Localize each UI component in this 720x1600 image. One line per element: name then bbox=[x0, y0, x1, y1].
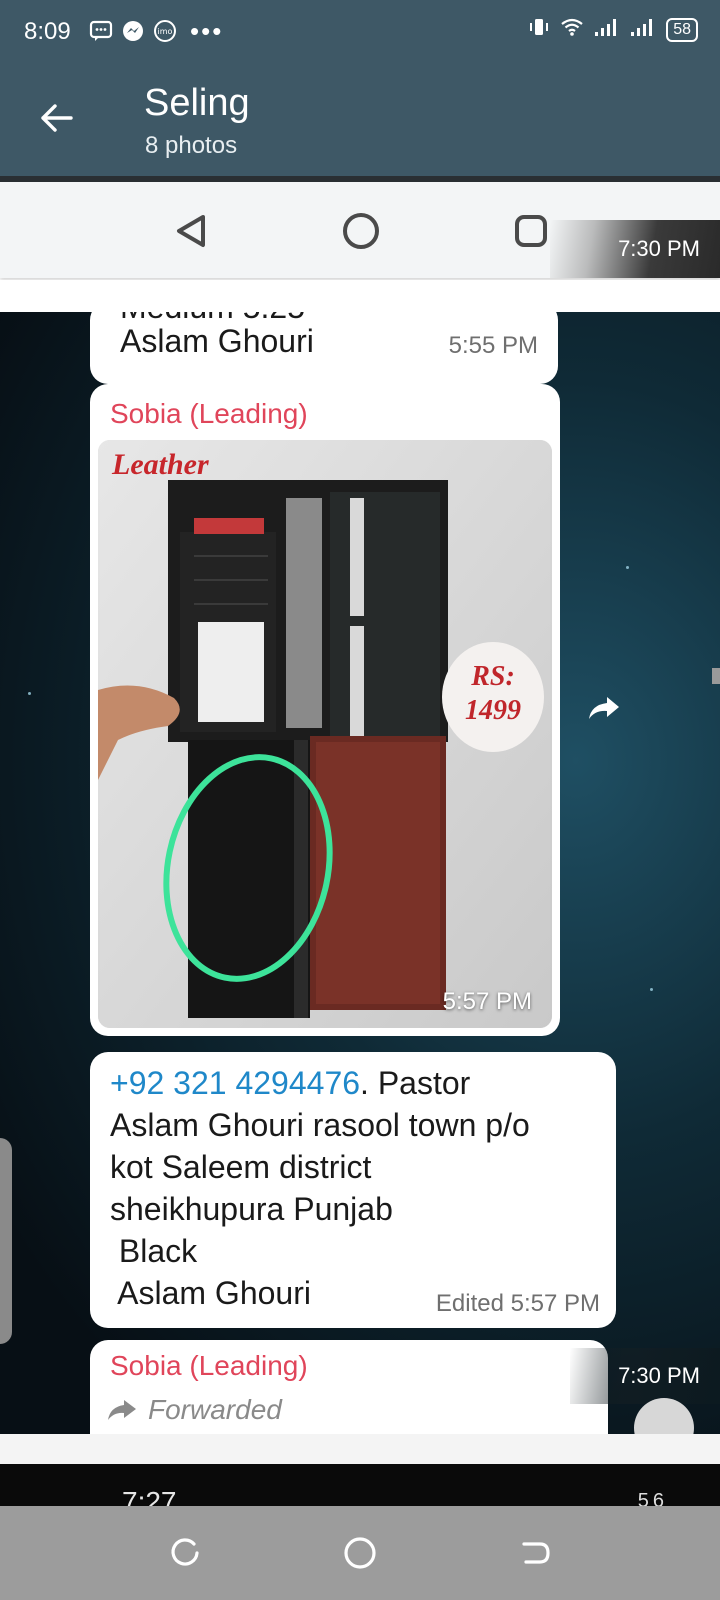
message-body: +92 321 4294476. Pastor Aslam Ghouri ras… bbox=[110, 1062, 610, 1314]
price-currency: RS: bbox=[471, 661, 515, 692]
message-line: . Pastor bbox=[360, 1065, 471, 1101]
captured-navigation-bar: 7:30 PM bbox=[0, 182, 720, 278]
recents-icon bbox=[171, 1538, 199, 1566]
app-top-bar: 8:09 imo ••• 58 Seling 8 photos bbox=[0, 0, 720, 176]
home-circle-icon bbox=[334, 204, 388, 258]
notification-icons: imo ••• bbox=[88, 18, 223, 44]
price-badge: RS: 1499 bbox=[442, 642, 544, 752]
wallet-photo[interactable]: Leather RS: 1499 5:57 PM bbox=[98, 440, 552, 1028]
screenshot-time-stamp: 7:30 PM bbox=[550, 220, 720, 278]
message-line: kot Saleem district bbox=[110, 1149, 372, 1185]
message-time: 5:55 PM bbox=[448, 332, 538, 359]
imo-icon: imo bbox=[152, 18, 178, 44]
svg-text:imo: imo bbox=[158, 27, 173, 36]
chat-area: Medium 5.25 Aslam Ghouri 5:55 PM Sobia (… bbox=[0, 312, 720, 1434]
background-dot bbox=[650, 988, 653, 991]
wifi-icon bbox=[560, 17, 584, 42]
captured-status-bar: 7:27 56 bbox=[0, 1464, 720, 1506]
screenshot-time-stamp: 7:30 PM bbox=[570, 1348, 720, 1404]
back-icon bbox=[522, 1542, 550, 1564]
message-text: Aslam Ghouri bbox=[120, 323, 314, 359]
message-bubble[interactable]: Sobia (Leading) Forwarded bbox=[90, 1340, 608, 1434]
background-dot bbox=[28, 692, 31, 695]
status-right-icons: 58 bbox=[528, 16, 698, 43]
spacer bbox=[0, 1434, 720, 1464]
signal-icon-1 bbox=[594, 17, 620, 42]
vibrate-icon bbox=[528, 16, 550, 43]
system-navigation-bar bbox=[0, 1506, 720, 1600]
scroll-indicator bbox=[712, 668, 720, 684]
recents-button[interactable] bbox=[160, 1528, 210, 1578]
battery-indicator: 58 bbox=[666, 17, 698, 42]
page-title[interactable]: Seling bbox=[144, 82, 250, 125]
back-button[interactable] bbox=[34, 96, 78, 140]
message-line: sheikhupura Punjab bbox=[110, 1191, 393, 1227]
more-notifications-icon: ••• bbox=[190, 16, 224, 46]
message-line: Black bbox=[110, 1233, 198, 1269]
chat-header: Seling 8 photos bbox=[0, 66, 720, 176]
price-amount: 1499 bbox=[465, 695, 521, 726]
photo-message-bubble[interactable]: Sobia (Leading) Leather RS: 1499 5:57 PM bbox=[90, 384, 560, 1036]
captured-status-time: 7:27 bbox=[122, 1486, 177, 1506]
forward-arrow-icon bbox=[589, 697, 619, 719]
phone-link[interactable]: +92 321 4294476 bbox=[110, 1065, 360, 1101]
back-triangle-icon bbox=[164, 204, 218, 258]
forwarded-arrow-icon bbox=[108, 1400, 136, 1420]
messenger-icon bbox=[120, 18, 146, 44]
spacer bbox=[0, 280, 720, 312]
edge-panel-handle[interactable] bbox=[0, 1138, 12, 1344]
arrow-left-icon bbox=[41, 104, 73, 132]
captured-battery: 56 bbox=[637, 1490, 668, 1506]
message-bubble[interactable]: +92 321 4294476. Pastor Aslam Ghouri ras… bbox=[90, 1052, 616, 1328]
background-dot bbox=[626, 566, 629, 569]
status-bar: 8:09 imo ••• 58 bbox=[0, 0, 720, 66]
message-line: Aslam Ghouri rasool town p/o bbox=[110, 1107, 530, 1143]
status-time: 8:09 bbox=[24, 18, 71, 45]
photo-count: 8 photos bbox=[145, 132, 238, 159]
sender-name: Sobia (Leading) bbox=[110, 1350, 308, 1381]
message-time: Edited 5:57 PM bbox=[435, 1290, 600, 1317]
sender-name: Sobia (Leading) bbox=[110, 398, 308, 429]
message-bubble[interactable]: Medium 5.25 Aslam Ghouri 5:55 PM bbox=[90, 312, 558, 384]
home-button[interactable] bbox=[335, 1528, 385, 1578]
signal-icon-2 bbox=[630, 17, 656, 42]
message-icon bbox=[88, 18, 114, 44]
home-icon bbox=[344, 1537, 376, 1569]
forward-button[interactable] bbox=[586, 690, 622, 726]
photo-time: 5:57 PM bbox=[442, 988, 532, 1015]
leather-label: Leather bbox=[112, 448, 209, 481]
forwarded-label: Forwarded bbox=[106, 1394, 282, 1426]
forwarded-text: Forwarded bbox=[148, 1394, 282, 1425]
back-button-system[interactable] bbox=[510, 1528, 560, 1578]
